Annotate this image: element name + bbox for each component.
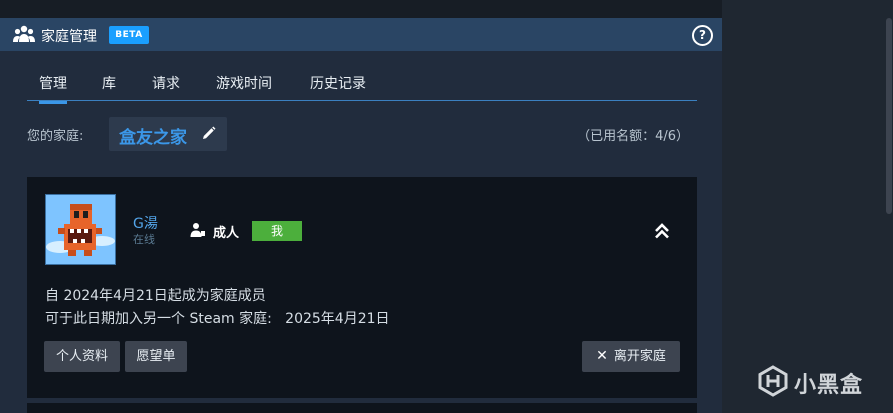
background-area (722, 0, 893, 413)
member-quota: （已用名额：4/6） (577, 129, 689, 144)
tab-requests[interactable]: 请求 (152, 73, 180, 101)
profile-button[interactable]: 个人资料 (44, 341, 120, 372)
panel-header: 家庭管理 BETA ? (0, 18, 722, 51)
member-card: G湯 在线 成人 我 自 2024年4月21日起成为家庭成员 可于此日期加入另一… (27, 177, 697, 398)
member-name[interactable]: G湯 (133, 213, 158, 233)
watermark-text: 小黑盒 (794, 373, 864, 398)
me-badge: 我 (252, 221, 302, 241)
pencil-icon[interactable] (201, 126, 216, 145)
role-label: 成人 (213, 226, 240, 241)
join-eligibility-text: 可于此日期加入另一个 Steam 家庭: 2025年4月21日 (45, 311, 390, 327)
wishlist-button[interactable]: 愿望单 (125, 341, 187, 372)
member-status: 在线 (133, 233, 155, 246)
tab-library[interactable]: 库 (102, 73, 116, 101)
family-management-panel: 家庭管理 BETA ? 管理 库 请求 游戏时间 历史记录 您的家庭: 盒友之家… (0, 18, 722, 413)
tab-manage[interactable]: 管理 (39, 73, 67, 104)
xiaoheihe-logo-icon (758, 365, 788, 401)
tab-playtime[interactable]: 游戏时间 (216, 73, 272, 101)
close-icon: ✕ (596, 348, 608, 364)
leave-family-button[interactable]: ✕ 离开家庭 (582, 341, 680, 372)
beta-badge: BETA (109, 26, 149, 44)
leave-family-label: 离开家庭 (613, 349, 666, 364)
help-icon[interactable]: ? (692, 25, 713, 46)
adult-icon (190, 222, 206, 242)
next-member-card (27, 403, 697, 413)
tab-history[interactable]: 历史记录 (310, 73, 366, 101)
family-name-editor[interactable]: 盒友之家 (109, 117, 227, 151)
family-icon (13, 25, 35, 47)
family-label: 您的家庭: (27, 129, 84, 144)
family-name: 盒友之家 (119, 128, 187, 148)
page-title: 家庭管理 (41, 29, 97, 45)
avatar[interactable] (45, 194, 116, 265)
tab-bar: 管理 库 请求 游戏时间 历史记录 (27, 69, 697, 104)
double-chevron-up-icon[interactable] (654, 223, 670, 243)
member-since-text: 自 2024年4月21日起成为家庭成员 (45, 288, 266, 304)
scrollbar-thumb[interactable] (886, 18, 892, 214)
